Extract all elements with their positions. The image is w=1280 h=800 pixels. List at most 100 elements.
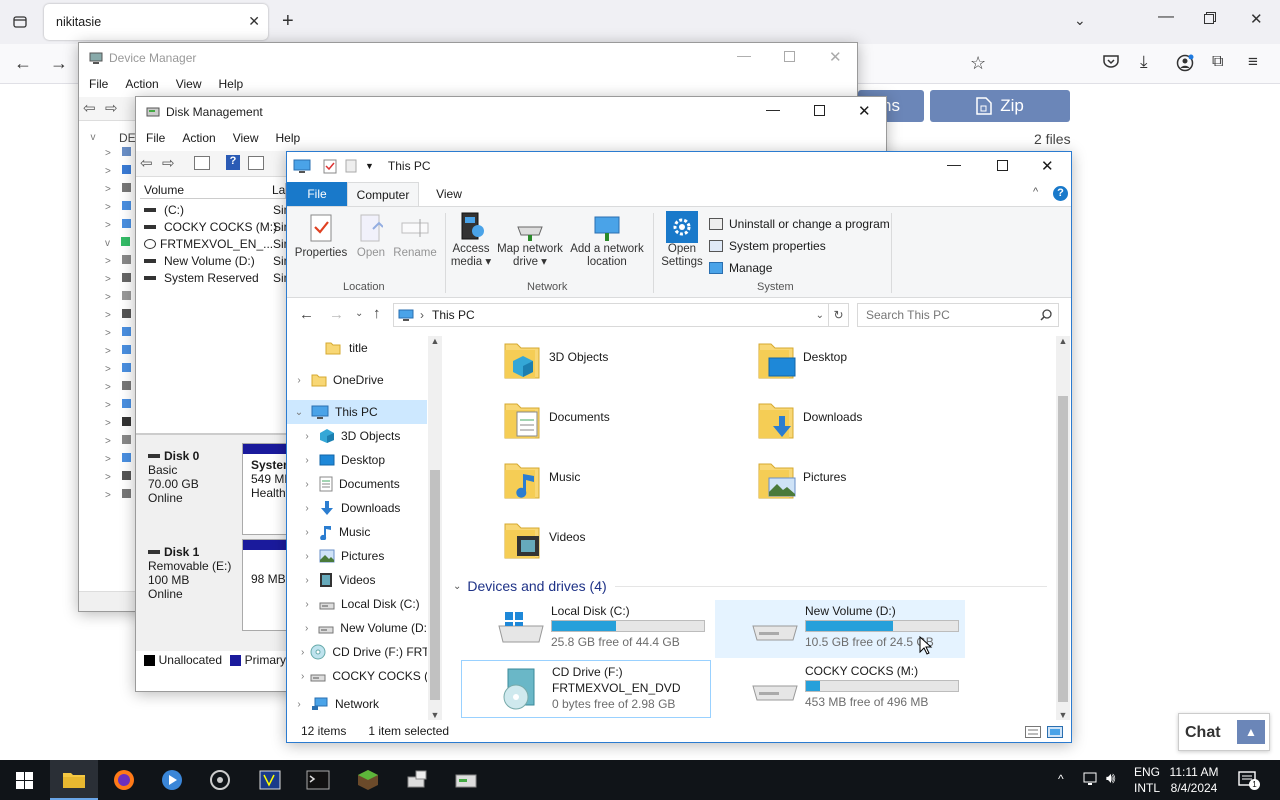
content-scroll-up-icon[interactable]: ▲ (1056, 336, 1070, 346)
drive-item-local-disk-c[interactable]: Local Disk (C:) 25.8 GB free of 44.4 GB (461, 600, 711, 658)
collapsed-chevron-icon[interactable]: › (293, 699, 305, 710)
dm-expander[interactable]: v (105, 237, 135, 255)
expanded-chevron-icon[interactable]: ⌄ (293, 407, 305, 418)
dm-minimize-icon[interactable]: — (737, 47, 751, 63)
large-icons-view-icon[interactable] (1047, 726, 1063, 738)
ribbon-properties-button[interactable]: Properties (293, 213, 349, 273)
drive-item-cocky-cocks-m[interactable]: COCKY COCKS (M:) 453 MB free of 496 MB (715, 660, 965, 718)
nav-item-new-volume-d[interactable]: › New Volume (D: (287, 616, 427, 640)
folder-item-3d-objects[interactable]: 3D Objects (503, 338, 608, 382)
folder-item-music[interactable]: Music (503, 458, 580, 502)
diskm-menu-action[interactable]: Action (182, 131, 215, 145)
dm-expander[interactable]: > (105, 147, 135, 165)
nav-item-local-disk-c[interactable]: › Local Disk (C:) (287, 592, 427, 616)
dm-close-icon[interactable]: ✕ (829, 48, 842, 66)
taskbar-file-explorer[interactable] (50, 760, 98, 800)
dm-menu-view[interactable]: View (176, 77, 202, 91)
collapsed-chevron-icon[interactable]: › (301, 431, 313, 442)
browser-tab[interactable]: nikitasie ✕ (44, 4, 268, 40)
dm-expander[interactable]: > (105, 219, 135, 237)
tab-list-icon[interactable] (6, 8, 34, 36)
nav-item-3d-objects[interactable]: › 3D Objects (287, 424, 427, 448)
notification-center-icon[interactable]: 1 (1238, 770, 1260, 790)
nav-scroll-down-icon[interactable]: ▼ (428, 710, 442, 720)
disk1-info[interactable]: Disk 1 Removable (E:) 100 MB Online (138, 539, 242, 631)
nav-item-downloads[interactable]: › Downloads (287, 496, 427, 520)
nav-item-desktop[interactable]: › Desktop (287, 448, 427, 472)
nav-item-title[interactable]: title (287, 332, 427, 364)
collapsed-chevron-icon[interactable]: › (301, 671, 304, 682)
dm-expander[interactable]: > (105, 435, 135, 453)
dm-expander[interactable]: > (105, 453, 135, 471)
nav-item-onedrive[interactable]: › OneDrive (287, 364, 427, 396)
nav-item-this-pc[interactable]: ⌄ This PC (287, 400, 427, 424)
search-box[interactable]: Search This PC (857, 303, 1059, 327)
uninstall-program-link[interactable]: Uninstall or change a program (709, 213, 890, 235)
minimize-icon[interactable]: — (1158, 8, 1174, 26)
manage-link[interactable]: Manage (709, 257, 890, 279)
ribbon-add-location-button[interactable]: Add a network location (567, 211, 647, 277)
collapsed-chevron-icon[interactable]: › (293, 375, 305, 386)
close-icon[interactable]: ✕ (1250, 10, 1263, 28)
content-scroll-down-icon[interactable]: ▼ (1056, 710, 1070, 720)
ribbon-map-drive-button[interactable]: Map network drive ▾ (493, 211, 567, 277)
diskm-volume-row[interactable]: FRTMEXVOL_EN_... (140, 235, 288, 252)
zip-button[interactable]: Zip (930, 90, 1070, 122)
system-properties-link[interactable]: System properties (709, 235, 890, 257)
help-icon[interactable]: ? (1053, 186, 1068, 201)
pocket-icon[interactable] (1102, 54, 1120, 70)
nav-item-music[interactable]: › Music (287, 520, 427, 544)
dm-menu-action[interactable]: Action (125, 77, 158, 91)
dm-expander[interactable]: > (105, 183, 135, 201)
diskm-minimize-icon[interactable]: — (766, 101, 780, 117)
new-tab-button[interactable]: + (282, 10, 294, 33)
menu-icon[interactable]: ≡ (1248, 52, 1258, 72)
taskbar-disk-management[interactable] (442, 760, 490, 800)
nav-item-cd-drive-f-frt[interactable]: › CD Drive (F:) FRT (287, 640, 427, 664)
ribbon-open-button[interactable]: Open (351, 213, 391, 273)
taskbar-device-manager[interactable] (394, 760, 442, 800)
dm-expander[interactable]: > (105, 381, 135, 399)
refresh-icon[interactable]: ↻ (829, 303, 849, 327)
diskm-back-icon[interactable]: ⇦ (140, 154, 153, 172)
taskbar-minecraft[interactable] (344, 760, 392, 800)
diskm-close-icon[interactable]: ✕ (858, 102, 871, 120)
network-tray-icon[interactable] (1082, 771, 1100, 787)
clock[interactable]: 11:11 AM 8/4/2024 (1166, 764, 1222, 796)
ribbon-tab-view[interactable]: View (429, 182, 469, 206)
nav-item-videos[interactable]: › Videos (287, 568, 427, 592)
dm-back-icon[interactable]: ⇦ (83, 99, 96, 117)
diskm-menu-help[interactable]: Help (276, 131, 301, 145)
nav-forward-icon[interactable]: → (329, 306, 344, 323)
collapsed-chevron-icon[interactable]: › (301, 503, 313, 514)
nav-up-icon[interactable]: ↑ (373, 305, 381, 322)
ribbon-access-media-button[interactable]: Access media ▾ (449, 211, 493, 277)
ribbon-open-settings-button[interactable]: Open Settings (659, 211, 705, 277)
diskm-volume-row[interactable]: System Reserved (140, 269, 288, 286)
input-language[interactable]: ENG INTL (1130, 764, 1164, 796)
collapsed-chevron-icon[interactable]: › (301, 455, 313, 466)
diskm-maximize-icon[interactable] (814, 105, 825, 116)
explorer-close-icon[interactable]: ✕ (1041, 157, 1054, 175)
diskm-menu-file[interactable]: File (146, 131, 165, 145)
content-scroll-thumb[interactable] (1058, 396, 1068, 702)
details-view-icon[interactable] (1025, 726, 1041, 738)
collapsed-chevron-icon[interactable]: › (301, 599, 313, 610)
dm-expander[interactable]: > (105, 165, 135, 183)
dm-expander[interactable]: > (105, 309, 135, 327)
dm-expander[interactable]: > (105, 399, 135, 417)
qat-properties-icon[interactable] (323, 158, 337, 174)
dm-expander[interactable]: > (105, 291, 135, 309)
ribbon-collapse-icon[interactable]: ^ (1033, 186, 1038, 198)
recent-locations-icon[interactable]: ⌄ (355, 308, 363, 319)
diskm-volume-row[interactable]: COCKY COCKS (M:) (140, 218, 288, 235)
folder-item-downloads[interactable]: Downloads (757, 398, 862, 442)
diskm-forward-icon[interactable]: ⇨ (162, 154, 175, 172)
diskm-col-layout[interactable]: La (268, 183, 288, 199)
taskbar-app-4[interactable] (196, 760, 244, 800)
dm-expander[interactable]: > (105, 363, 135, 381)
folder-item-desktop[interactable]: Desktop (757, 338, 847, 382)
show-hidden-icons-icon[interactable]: ^ (1058, 772, 1064, 786)
explorer-maximize-icon[interactable] (997, 160, 1008, 171)
diskm-view-icon[interactable] (248, 156, 264, 170)
